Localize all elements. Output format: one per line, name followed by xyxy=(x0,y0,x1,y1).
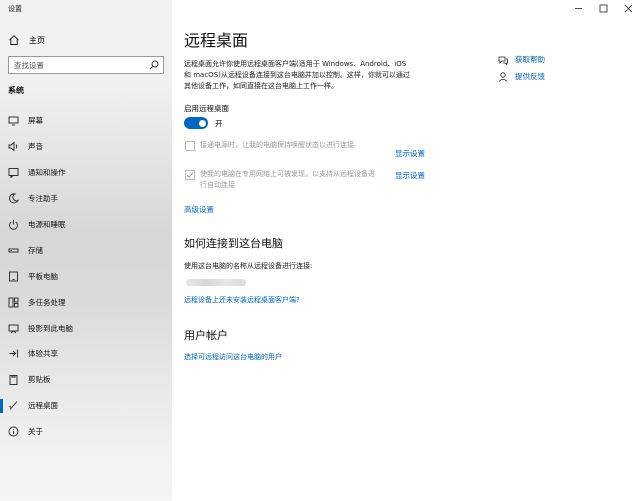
sidebar-item-label: 多任务处理 xyxy=(28,297,66,307)
sidebar-item-label: 声音 xyxy=(28,142,43,152)
info-icon xyxy=(8,426,19,437)
sidebar-item-display[interactable]: 屏幕 xyxy=(0,108,172,134)
close-icon xyxy=(624,4,632,13)
sidebar-item-project[interactable]: 投影到此电脑 xyxy=(0,315,172,341)
get-help-label: 获取帮助 xyxy=(515,55,545,64)
maximize-icon xyxy=(599,4,607,13)
sidebar-item-label: 存储 xyxy=(28,245,43,255)
home-icon xyxy=(9,35,19,45)
enable-remote-desktop-toggle[interactable] xyxy=(184,117,208,129)
pc-name-blurred xyxy=(186,279,246,286)
search-icon[interactable] xyxy=(149,60,159,70)
speaker-icon xyxy=(8,141,18,152)
tablet-icon xyxy=(9,271,18,282)
window-title: 设置 xyxy=(8,5,22,13)
sidebar-item-label: 投影到此电脑 xyxy=(28,323,73,333)
sidebar-item-clipboard[interactable]: 剪贴板 xyxy=(0,367,172,393)
sidebar: 设置 主页 查找设置 系统 屏幕 声音 通知和操作 专注助手 电源和睡眠 存储 … xyxy=(0,0,172,501)
remote-desktop-icon xyxy=(9,401,18,411)
minimize-button[interactable] xyxy=(564,0,592,17)
toggle-knob xyxy=(198,119,206,127)
sidebar-item-label: 剪贴板 xyxy=(28,375,51,385)
description-line: 远程桌面允许你使用远程桌面客户端(适用于 Windows、Android、iOS xyxy=(184,60,407,68)
checkmark-icon xyxy=(186,172,194,179)
select-users-link[interactable]: 选择可远程访问这台电脑的用户 xyxy=(184,352,282,362)
show-settings-link-2[interactable]: 显示设置 xyxy=(395,170,425,181)
multitask-icon xyxy=(8,297,19,308)
option-line: 接通电源时，让我的电脑保持唤醒状态以进行连接 xyxy=(200,141,354,149)
sidebar-section-label: 系统 xyxy=(8,86,24,95)
feedback-person-icon xyxy=(498,71,508,82)
show-settings-link-1[interactable]: 显示设置 xyxy=(395,148,425,159)
page-title: 远程桌面 xyxy=(184,31,249,50)
sidebar-item-label: 电源和睡眠 xyxy=(28,220,66,229)
no-client-installed-link[interactable]: 远程设备上还未安装远程桌面客户端? xyxy=(184,295,300,305)
storage-icon xyxy=(8,248,19,253)
sidebar-item-label: 专注助手 xyxy=(28,194,58,204)
description-line: 和 macOS)从远程设备连接到这台电脑并加以控制。这样，你就可以通过 xyxy=(184,71,410,80)
moon-icon xyxy=(9,193,19,204)
maximize-button[interactable] xyxy=(589,0,617,17)
user-accounts-heading: 用户帐户 xyxy=(184,329,228,342)
sidebar-item-sound[interactable]: 声音 xyxy=(0,134,172,160)
power-icon xyxy=(9,219,18,230)
give-feedback-link[interactable]: 提供反馈 xyxy=(498,71,545,82)
project-icon xyxy=(8,324,19,333)
sidebar-item-remote-desktop[interactable]: 远程桌面 xyxy=(0,393,172,419)
toggle-state-label: 开 xyxy=(215,119,223,128)
sidebar-item-label: 关于 xyxy=(28,427,43,437)
sidebar-item-notifications[interactable]: 通知和操作 xyxy=(0,160,172,186)
sidebar-item-power[interactable]: 电源和睡眠 xyxy=(0,212,172,238)
sidebar-item-label: 通知和操作 xyxy=(28,168,66,178)
sidebar-item-multitasking[interactable]: 多任务处理 xyxy=(0,289,172,315)
close-button[interactable] xyxy=(614,0,640,17)
sidebar-item-about[interactable]: 关于 xyxy=(0,419,172,445)
sidebar-nav: 屏幕 声音 通知和操作 专注助手 电源和睡眠 存储 平板电脑 多任务处理 投影到… xyxy=(0,108,172,445)
enable-remote-desktop-label: 启用远程桌面 xyxy=(184,104,229,113)
description-line: 其他设备工作，如同直接在这台电脑上工作一样。 xyxy=(184,82,338,91)
monitor-icon xyxy=(8,116,19,126)
sidebar-item-label: 远程桌面 xyxy=(28,401,58,411)
sidebar-item-label: 体验共享 xyxy=(28,349,58,359)
get-help-link[interactable]: 获取帮助 xyxy=(498,54,545,65)
sidebar-item-label: 平板电脑 xyxy=(28,271,58,281)
discoverable-label: 使我的电脑在专用网络上可被发现，以支持从远程设备进 行自动连接 xyxy=(200,169,375,191)
keep-awake-label: 接通电源时，让我的电脑保持唤醒状态以进行连接 xyxy=(200,140,354,151)
option-line: 行自动连接 xyxy=(200,181,235,189)
sidebar-item-label: 屏幕 xyxy=(28,116,43,126)
give-feedback-label: 提供反馈 xyxy=(515,72,545,81)
sidebar-home[interactable]: 主页 xyxy=(8,34,45,46)
sidebar-item-focus-assist[interactable]: 专注助手 xyxy=(0,186,172,212)
notification-icon xyxy=(8,168,19,179)
keep-awake-checkbox[interactable] xyxy=(185,141,195,151)
sidebar-item-storage[interactable]: 存储 xyxy=(0,237,172,263)
clipboard-icon xyxy=(9,375,18,386)
option-line: 使我的电脑在专用网络上可被发现，以支持从远程设备进 xyxy=(200,170,375,178)
sidebar-item-tablet[interactable]: 平板电脑 xyxy=(0,263,172,289)
discoverable-checkbox[interactable] xyxy=(185,170,195,180)
search-placeholder: 查找设置 xyxy=(14,60,44,70)
minimize-icon xyxy=(574,8,582,9)
search-input[interactable]: 查找设置 xyxy=(8,56,164,74)
sidebar-item-shared-experiences[interactable]: 体验共享 xyxy=(0,341,172,367)
how-to-connect-text: 使用这台电脑的名称从远程设备进行连接: xyxy=(184,262,313,270)
sidebar-home-label: 主页 xyxy=(29,35,45,45)
page-description: 远程桌面允许你使用远程桌面客户端(适用于 Windows、Android、iOS… xyxy=(184,59,430,93)
advanced-settings-link[interactable]: 高级设置 xyxy=(184,204,214,215)
share-icon xyxy=(9,349,18,358)
help-chat-icon xyxy=(498,56,508,65)
how-to-connect-heading: 如何连接到这台电脑 xyxy=(184,237,283,250)
